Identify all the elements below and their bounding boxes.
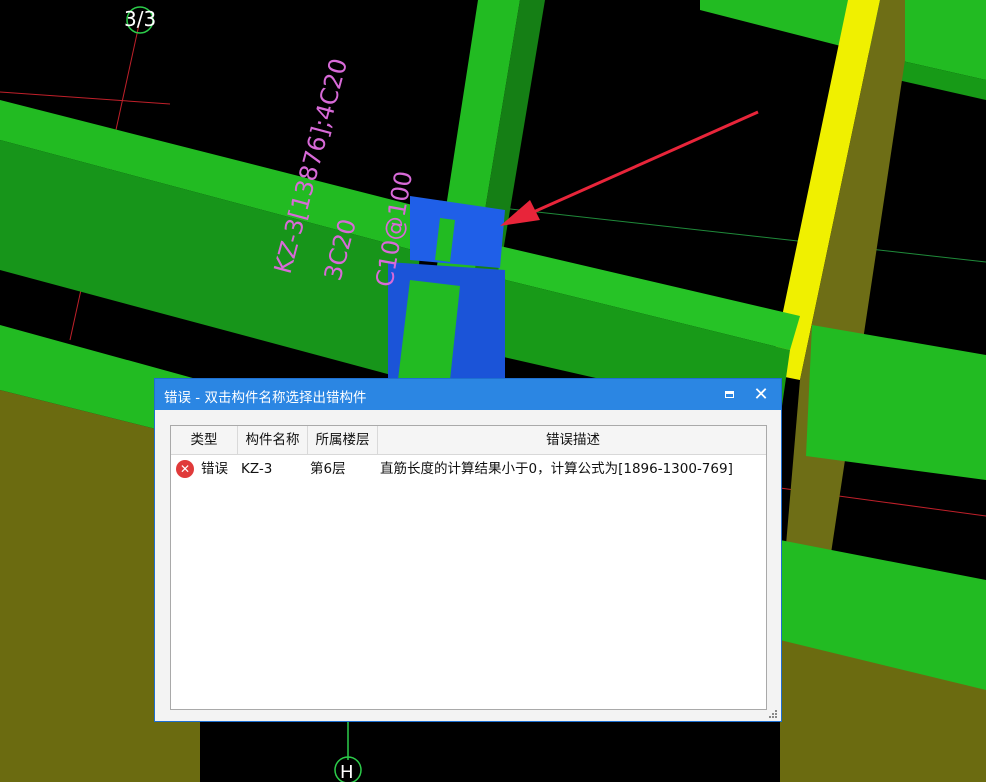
row-description: 直筋长度的计算结果小于0，计算公式为[1896-1300-769]	[380, 461, 733, 477]
column-header-type[interactable]: 类型	[171, 426, 238, 454]
axis-label-top: 3/3	[124, 7, 156, 31]
maximize-button[interactable]	[713, 379, 745, 410]
dialog-title: 错误 - 双击构件名称选择出错构件	[164, 390, 367, 406]
table-header: 类型 构件名称 所属楼层 错误描述	[171, 426, 766, 455]
error-circle-icon: ✕	[176, 460, 194, 478]
row-type: 错误	[201, 461, 228, 477]
table-row[interactable]: ✕ 错误 KZ-3 第6层 直筋长度的计算结果小于0，计算公式为[1896-13…	[171, 455, 766, 483]
maximize-icon	[724, 391, 734, 398]
axis-label-bottom: H	[340, 762, 354, 782]
column-header-name[interactable]: 构件名称	[238, 426, 308, 454]
row-member-name[interactable]: KZ-3	[241, 455, 307, 483]
column-header-floor[interactable]: 所属楼层	[308, 426, 378, 454]
close-button[interactable]: ✕	[745, 379, 777, 410]
dialog-title-bar[interactable]: 错误 - 双击构件名称选择出错构件 ✕	[155, 379, 781, 410]
resize-grip-icon[interactable]	[768, 709, 778, 719]
column-header-description[interactable]: 错误描述	[378, 426, 766, 454]
error-table: 类型 构件名称 所属楼层 错误描述 ✕ 错误 KZ-3 第6层 直筋长度的计算结…	[170, 425, 767, 710]
error-dialog: 错误 - 双击构件名称选择出错构件 ✕ 类型 构件名称 所属楼层 错误描述 ✕ …	[154, 378, 782, 722]
close-icon: ✕	[753, 383, 769, 405]
row-floor: 第6层	[310, 461, 346, 477]
